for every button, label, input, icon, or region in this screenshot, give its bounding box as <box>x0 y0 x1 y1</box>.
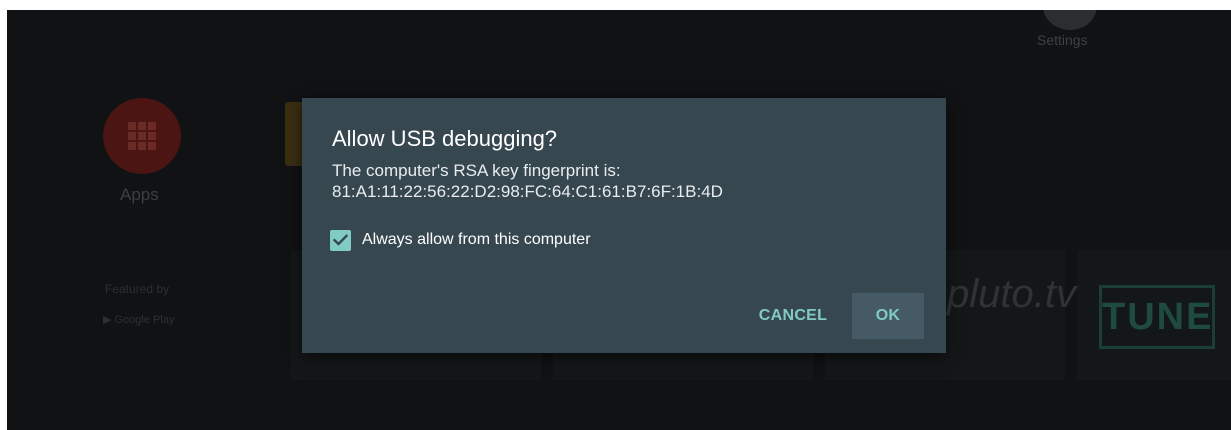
ok-button[interactable]: OK <box>852 293 924 339</box>
featured-by-label: Featured by <box>105 282 170 296</box>
always-allow-checkbox-row[interactable]: Always allow from this computer <box>330 228 591 252</box>
always-allow-label: Always allow from this computer <box>362 231 591 248</box>
google-play-label: ▶ Google Play <box>103 314 175 326</box>
settings-gear-icon[interactable] <box>1043 10 1097 30</box>
tv-home-screen: Settings Apps Featured by ▶ Google Play … <box>7 10 1231 430</box>
check-icon <box>333 234 348 246</box>
rsa-fingerprint-intro: The computer's RSA key fingerprint is: <box>332 161 621 180</box>
dialog-title: Allow USB debugging? <box>332 126 558 151</box>
always-allow-checkbox[interactable] <box>330 229 351 251</box>
tune-logo: TUNE <box>1099 285 1215 349</box>
settings-label: Settings <box>1037 32 1088 48</box>
cancel-button[interactable]: CANCEL <box>750 293 836 339</box>
rsa-fingerprint-value: 81:A1:11:22:56:22:D2:98:FC:64:C1:61:B7:6… <box>332 182 723 201</box>
pluto-tv-logo: pluto.tv <box>947 272 1076 316</box>
apps-label: Apps <box>120 185 159 204</box>
dialog-message: The computer's RSA key fingerprint is: 8… <box>332 160 723 202</box>
play-store-icon: ▶ <box>103 314 115 326</box>
apps-grid-icon[interactable] <box>103 98 181 174</box>
usb-debugging-dialog: Allow USB debugging? The computer's RSA … <box>302 98 946 353</box>
